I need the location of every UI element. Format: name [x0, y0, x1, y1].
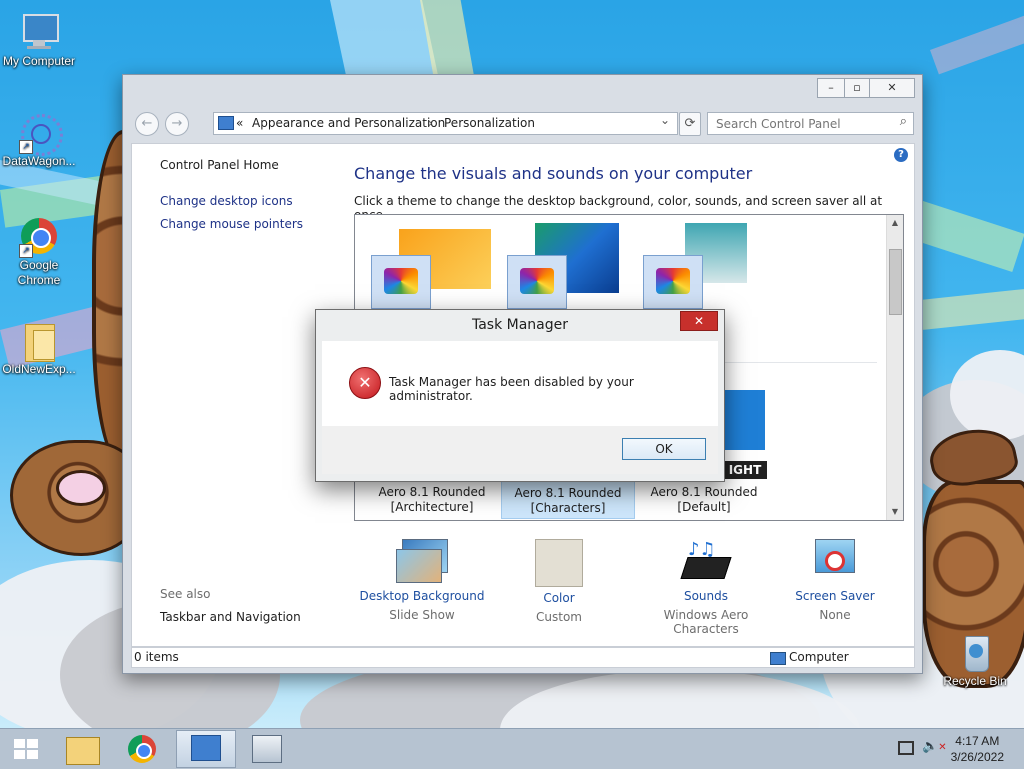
screen-saver-icon: [809, 539, 861, 585]
desktop-background-item[interactable]: Desktop Background Slide Show: [357, 539, 487, 622]
desktop-icon-label: DataWagon...: [2, 154, 76, 168]
desktop-icon-datawagon[interactable]: ↗ DataWagon...: [0, 112, 78, 169]
see-also-label: See also: [160, 587, 211, 601]
volume-muted-icon[interactable]: 🔈✕: [922, 739, 947, 754]
forward-button[interactable]: →: [165, 112, 189, 136]
address-prefix[interactable]: «: [236, 116, 243, 130]
status-items-count: 0 items: [134, 650, 179, 664]
computer-status-icon: [770, 652, 786, 665]
shortcut-arrow-icon: ↗: [19, 140, 33, 154]
change-mouse-pointers-link[interactable]: Change mouse pointers: [160, 217, 303, 231]
help-icon[interactable]: ?: [894, 148, 908, 162]
color-palette-icon: [371, 255, 431, 309]
desktop-icon-recycle-bin[interactable]: Recycle Bin: [936, 632, 1014, 689]
control-panel-icon: [218, 116, 234, 130]
ok-button[interactable]: OK: [622, 438, 706, 460]
address-dropdown-icon[interactable]: ⌄: [660, 113, 670, 127]
scroll-down-icon[interactable]: ▼: [887, 504, 903, 520]
desktop-icon-label: My Computer: [2, 54, 76, 68]
theme-item-architecture[interactable]: [365, 223, 491, 323]
shortcut-arrow-icon: ↗: [19, 244, 33, 258]
color-item[interactable]: Color Custom: [494, 539, 624, 624]
close-window-button[interactable]: ✕: [869, 78, 915, 98]
search-box[interactable]: ⌕: [707, 112, 914, 135]
screen-saver-item[interactable]: Screen Saver None: [770, 539, 900, 622]
scroll-up-icon[interactable]: ▲: [887, 215, 903, 231]
color-palette-icon: [643, 255, 703, 309]
search-input[interactable]: [714, 116, 888, 132]
theme-item-characters[interactable]: [501, 223, 625, 323]
taskbar: 🔈✕ 4:17 AM 3/26/2022: [0, 728, 1024, 769]
desktop-icon-label: Recycle Bin: [943, 674, 1007, 688]
status-bar: 0 items Computer: [131, 647, 915, 668]
status-location: Computer: [789, 650, 849, 664]
dialog-close-button[interactable]: ✕: [680, 311, 718, 331]
breadcrumb-personalization[interactable]: Personalization: [444, 116, 535, 130]
search-icon[interactable]: ⌕: [900, 114, 907, 129]
theme-label-default[interactable]: Aero 8.1 Rounded [Default]: [637, 485, 771, 515]
taskbar-task-manager[interactable]: [238, 731, 294, 767]
control-panel-icon: [191, 735, 221, 761]
color-swatch-icon: [535, 539, 583, 587]
desktop-icon-label: Google Chrome: [17, 258, 61, 287]
sounds-icon: ♪♫: [680, 539, 732, 585]
clock-date: 3/26/2022: [950, 750, 1004, 764]
dialog-message: Task Manager has been disabled by your a…: [389, 375, 634, 403]
taskbar-control-panel[interactable]: [176, 730, 236, 768]
turtle-eye: [56, 470, 106, 506]
dialog-title: Task Manager: [471, 317, 569, 333]
computer-icon: [19, 12, 59, 52]
file-explorer-icon: [66, 737, 100, 765]
datawagon-icon: ↗: [19, 112, 63, 156]
theme-preview-text: IGHT: [723, 461, 767, 479]
desktop-icon-oldnewexplorer[interactable]: OldNewExp...: [0, 320, 78, 377]
address-bar[interactable]: « Appearance and Personalization › Perso…: [213, 112, 678, 135]
taskbar-chrome[interactable]: [114, 731, 170, 767]
task-manager-dialog: Task Manager ✕ ✕ Task Manager has been d…: [315, 309, 725, 482]
error-icon: ✕: [349, 367, 381, 399]
start-button[interactable]: [0, 731, 56, 767]
folder-icon: [19, 320, 59, 362]
theme-list-scrollbar[interactable]: ▲ ▼: [886, 215, 903, 520]
desktop-background-icon: [396, 539, 448, 585]
dialog-footer: OK: [322, 426, 718, 474]
maximize-button[interactable]: ▫: [844, 78, 870, 98]
task-manager-icon: [252, 735, 282, 763]
sounds-item[interactable]: ♪♫ Sounds Windows Aero Characters: [631, 539, 781, 636]
color-palette-icon: [507, 255, 567, 309]
chrome-icon: ↗: [19, 216, 59, 258]
windows-logo-icon: [14, 739, 38, 759]
network-icon[interactable]: [898, 741, 914, 755]
theme-label-characters[interactable]: Aero 8.1 Rounded [Characters]: [501, 481, 635, 519]
scroll-thumb[interactable]: [889, 249, 902, 315]
clock-time: 4:17 AM: [955, 734, 1000, 748]
navigation-bar: ← → « Appearance and Personalization › P…: [123, 107, 922, 141]
taskbar-navigation-link[interactable]: Taskbar and Navigation: [160, 610, 301, 624]
desktop-icon-label: OldNewExp...: [2, 362, 76, 376]
control-panel-home-link[interactable]: Control Panel Home: [160, 158, 279, 172]
page-title: Change the visuals and sounds on your co…: [354, 164, 753, 183]
desktop-icon-google-chrome[interactable]: ↗ Google Chrome: [0, 216, 78, 288]
breadcrumb-appearance[interactable]: Appearance and Personalization: [252, 116, 445, 130]
theme-item-default[interactable]: [637, 223, 761, 323]
breadcrumb-separator[interactable]: ›: [428, 116, 433, 130]
minimize-button[interactable]: –: [817, 78, 845, 98]
dialog-body: ✕ Task Manager has been disabled by your…: [322, 341, 718, 426]
back-button[interactable]: ←: [135, 112, 159, 136]
recycle-bin-icon: [955, 632, 995, 672]
refresh-button[interactable]: ⟳: [679, 112, 701, 136]
change-desktop-icons-link[interactable]: Change desktop icons: [160, 194, 293, 208]
desktop-icon-my-computer[interactable]: My Computer: [0, 12, 78, 69]
taskbar-file-explorer[interactable]: [56, 731, 112, 767]
system-clock[interactable]: 4:17 AM 3/26/2022: [951, 733, 1004, 765]
theme-label-architecture[interactable]: Aero 8.1 Rounded [Architecture]: [365, 485, 499, 515]
